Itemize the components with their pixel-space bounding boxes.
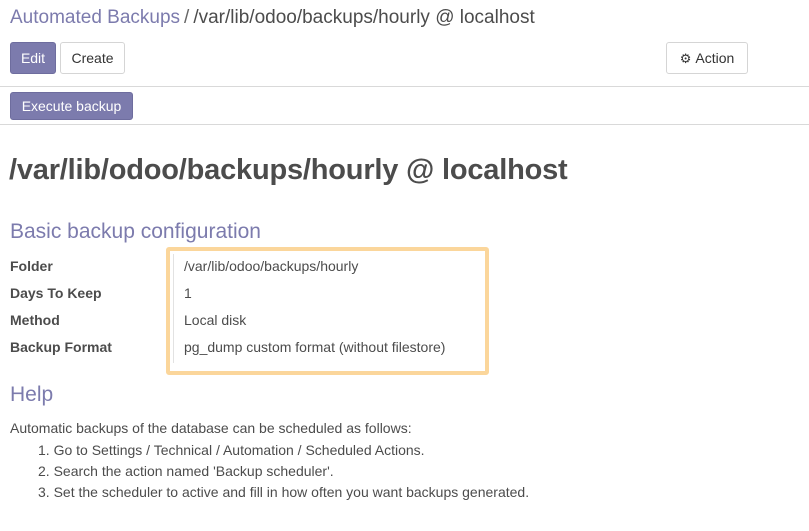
help-intro-text: Automatic backups of the database can be…: [10, 420, 412, 436]
help-section-title: Help: [10, 383, 54, 406]
field-value-divider: [173, 254, 174, 363]
create-button[interactable]: Create: [60, 42, 125, 74]
page-title: /var/lib/odoo/backups/hourly @ localhost: [9, 154, 568, 186]
action-dropdown-button[interactable]: ⚙ Action: [666, 42, 748, 74]
help-step: 1. Go to Settings / Technical / Automati…: [38, 442, 425, 458]
help-step: 2. Search the action named 'Backup sched…: [38, 463, 334, 479]
field-value-folder: /var/lib/odoo/backups/hourly: [184, 258, 359, 274]
header-divider: [0, 124, 809, 125]
basic-config-section-title: Basic backup configuration: [10, 220, 261, 243]
execute-backup-button[interactable]: Execute backup: [10, 92, 133, 120]
action-label: Action: [695, 50, 735, 66]
help-steps-list: 1. Go to Settings / Technical / Automati…: [38, 441, 529, 504]
breadcrumb: Automated Backups //var/lib/odoo/backups/…: [10, 7, 535, 29]
field-value-backup-format: pg_dump custom format (without filestore…: [184, 339, 446, 355]
field-value-days-to-keep: 1: [184, 285, 192, 301]
gear-icon: ⚙: [679, 50, 692, 66]
field-value-method: Local disk: [184, 312, 247, 328]
breadcrumb-separator: /: [184, 7, 190, 28]
field-label-backup-format: Backup Format: [10, 339, 112, 355]
help-step: 3. Set the scheduler to active and fill …: [38, 484, 530, 500]
breadcrumb-automated-backups-link[interactable]: Automated Backups: [10, 7, 180, 28]
field-label-days-to-keep: Days To Keep: [10, 285, 102, 301]
field-label-method: Method: [10, 312, 60, 328]
control-panel-divider: [0, 86, 809, 87]
edit-button[interactable]: Edit: [10, 42, 56, 74]
field-label-folder: Folder: [10, 258, 53, 274]
breadcrumb-current: /var/lib/odoo/backups/hourly @ localhost: [193, 7, 535, 28]
